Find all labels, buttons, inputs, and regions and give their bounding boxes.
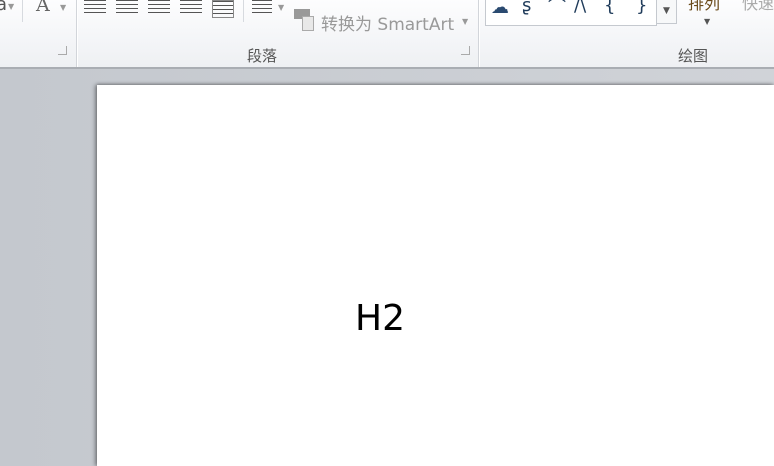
quick-styles-button[interactable]: 快速	[742, 0, 774, 14]
shape-right-brace-icon[interactable]: }	[636, 0, 647, 16]
shapes-gallery[interactable]: ☁ ʂ ⌒ /\ { }	[485, 0, 657, 26]
slide-canvas[interactable]: H2	[97, 85, 774, 466]
shape-cloud-icon[interactable]: ☁	[491, 0, 509, 18]
smartart-button[interactable]	[294, 9, 316, 31]
font-size-button[interactable]: a	[0, 0, 7, 15]
ribbon: a ▼ A ▼ ▼ 转换为 SmartArt ▼ 段落 ☁ ʂ ⌒ /\ { }…	[0, 0, 774, 69]
group-divider	[76, 0, 77, 67]
shape-arc-icon[interactable]: ⌒	[548, 0, 566, 19]
divider	[243, 0, 244, 22]
align-center-icon[interactable]	[116, 0, 138, 16]
arrange-button[interactable]: 排列	[688, 0, 720, 14]
smartart-icon-page	[302, 16, 314, 31]
paragraph-dialog-launcher-icon[interactable]	[461, 46, 470, 55]
chevron-down-icon: ▼	[704, 17, 711, 26]
divider	[22, 0, 23, 22]
paragraph-group-label: 段落	[247, 47, 278, 65]
justify-icon[interactable]	[180, 0, 202, 16]
columns-icon[interactable]	[252, 0, 272, 16]
drawing-group-label: 绘图	[678, 47, 709, 65]
shape-freeform-icon[interactable]: ʂ	[522, 0, 531, 16]
chevron-down-icon: ▼	[278, 3, 285, 12]
slide-text-box[interactable]: H2	[355, 298, 405, 339]
shape-left-brace-icon[interactable]: {	[604, 0, 615, 16]
distributed-icon[interactable]	[212, 0, 234, 18]
align-left-icon[interactable]	[84, 0, 106, 16]
gallery-more-button[interactable]: ▼	[656, 0, 677, 24]
chevron-down-icon: ▼	[8, 2, 15, 11]
group-divider	[478, 0, 479, 67]
shape-caret-icon[interactable]: /\	[574, 0, 586, 16]
smartart-label[interactable]: 转换为 SmartArt	[321, 10, 454, 35]
font-dialog-launcher-icon[interactable]	[58, 46, 67, 55]
chevron-down-icon: ▼	[462, 17, 469, 26]
align-right-icon[interactable]	[148, 0, 170, 16]
font-color-button[interactable]: A	[36, 0, 50, 16]
chevron-down-icon: ▼	[60, 3, 67, 12]
